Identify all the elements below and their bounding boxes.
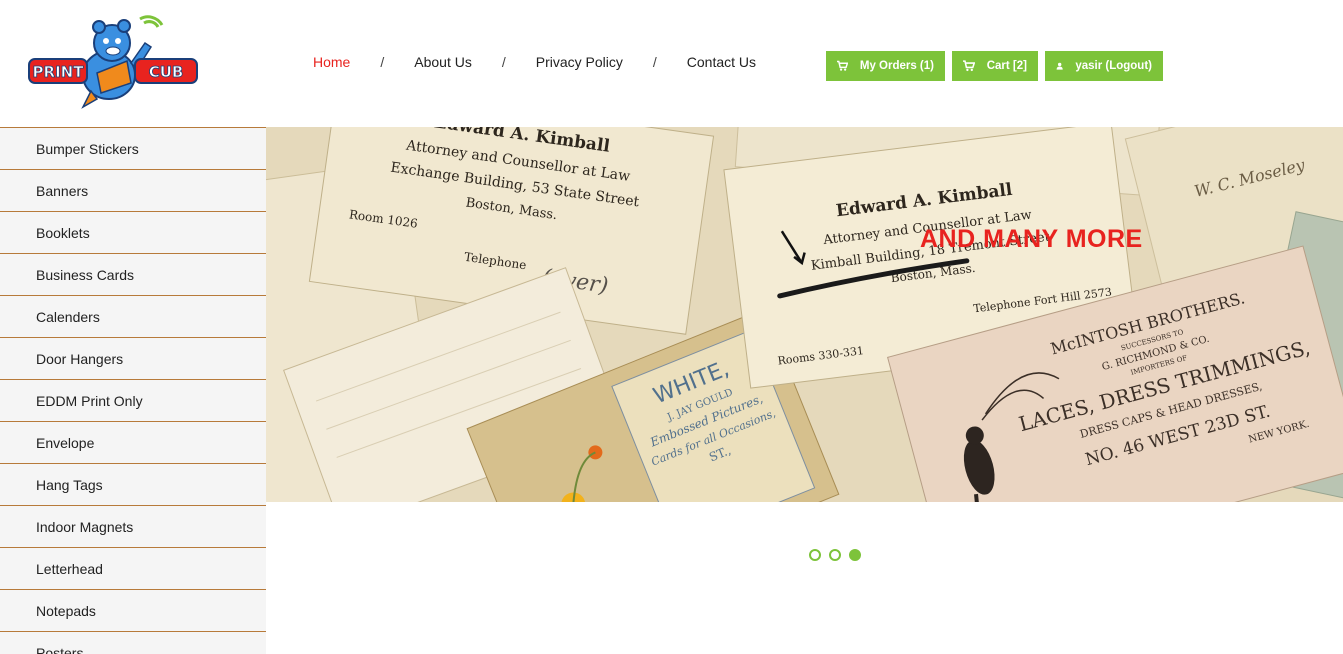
nav-about[interactable]: About Us: [414, 54, 472, 70]
printcub-logo[interactable]: PRINT CUB: [27, 13, 201, 109]
nav-separator: /: [652, 54, 657, 70]
nav-home[interactable]: Home: [313, 54, 350, 70]
logo-text-right: CUB: [149, 63, 184, 81]
slider-dot-3[interactable]: [849, 549, 861, 561]
logo-text-left: PRINT: [33, 63, 85, 81]
user-icon: [1056, 62, 1063, 70]
slider-dot-1[interactable]: [809, 549, 821, 561]
nav-separator: /: [380, 54, 385, 70]
hero-slider[interactable]: W. C. Moseley Edward A. Kimball Attorney…: [266, 127, 1343, 502]
sidebar-item-business-cards[interactable]: Business Cards: [0, 253, 266, 295]
sidebar-item-calenders[interactable]: Calenders: [0, 295, 266, 337]
nav-contact[interactable]: Contact Us: [687, 54, 756, 70]
shopping-cart-icon: [837, 60, 848, 71]
main-nav: Home / About Us / Privacy Policy / Conta…: [313, 54, 756, 70]
user-logout-button[interactable]: yasir (Logout): [1045, 51, 1163, 81]
account-buttons: My Orders (1) Cart [2] yasir (Logout): [826, 51, 1163, 81]
slide-image-vintage-cards: W. C. Moseley Edward A. Kimball Attorney…: [266, 127, 1343, 502]
sidebar-item-banners[interactable]: Banners: [0, 169, 266, 211]
user-logout-label: yasir (Logout): [1075, 60, 1152, 72]
category-sidebar: Bumper Stickers Banners Booklets Busines…: [0, 127, 266, 654]
cart-button[interactable]: Cart [2]: [952, 51, 1038, 81]
slider-dot-2[interactable]: [829, 549, 841, 561]
sidebar-item-notepads[interactable]: Notepads: [0, 589, 266, 631]
cart-label: Cart [2]: [986, 60, 1027, 72]
sidebar-item-indoor-magnets[interactable]: Indoor Magnets: [0, 505, 266, 547]
my-orders-button[interactable]: My Orders (1): [826, 51, 945, 81]
sidebar-item-letterhead[interactable]: Letterhead: [0, 547, 266, 589]
nav-privacy[interactable]: Privacy Policy: [536, 54, 623, 70]
nav-separator: /: [501, 54, 506, 70]
slider-pagination: [809, 549, 861, 561]
site-header: PRINT CUB Home / About Us / Privacy Poli…: [0, 0, 1343, 127]
sidebar-item-envelope[interactable]: Envelope: [0, 421, 266, 463]
sidebar-item-bumper-stickers[interactable]: Bumper Stickers: [0, 127, 266, 169]
shopping-cart-icon: [963, 60, 975, 72]
sidebar-item-booklets[interactable]: Booklets: [0, 211, 266, 253]
sidebar-item-eddm-print-only[interactable]: EDDM Print Only: [0, 379, 266, 421]
my-orders-label: My Orders (1): [859, 60, 934, 72]
sidebar-item-posters[interactable]: Posters: [0, 631, 266, 654]
sidebar-item-hang-tags[interactable]: Hang Tags: [0, 463, 266, 505]
slide-caption: AND MANY MORE: [920, 225, 1143, 253]
sidebar-item-door-hangers[interactable]: Door Hangers: [0, 337, 266, 379]
